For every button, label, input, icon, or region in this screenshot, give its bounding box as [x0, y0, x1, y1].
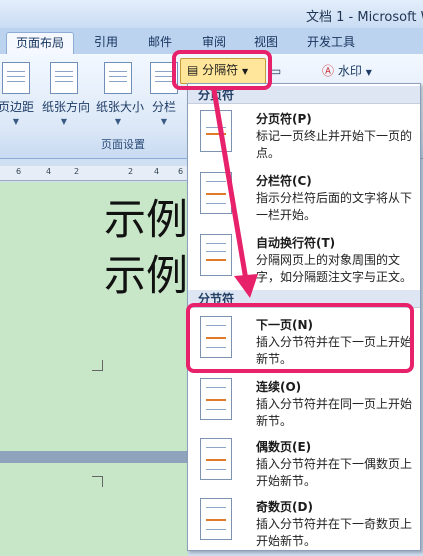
- menu-item-name: 分页符(P): [256, 112, 312, 126]
- size-button[interactable]: 纸张大小 ▼: [96, 62, 145, 140]
- menu-item-column-break[interactable]: 分栏符(C) 指示分栏符后面的文字将从下一栏开始。: [188, 168, 420, 224]
- page-break-icon: [200, 110, 232, 152]
- tab-developer[interactable]: 开发工具: [298, 32, 364, 52]
- tab-mailings[interactable]: 邮件: [140, 32, 180, 52]
- margins-button[interactable]: 页边距 ▼: [0, 62, 38, 140]
- menu-item-name: 分栏符(C): [256, 174, 312, 188]
- menu-item-desc: 指示分栏符后面的文字将从下一栏开始。: [256, 191, 413, 222]
- orientation-icon: [50, 62, 78, 94]
- ruler-tick: 6: [178, 167, 184, 176]
- ruler-tick: 2: [128, 167, 134, 176]
- menu-item-odd-page[interactable]: 奇数页(D) 插入分节符并在下一奇数页上开始新节。: [188, 494, 420, 550]
- ruler-tick: 4: [154, 167, 160, 176]
- document-line-1: 示例: [104, 195, 189, 244]
- horizontal-ruler: 6 4 2 2 4 6: [0, 166, 188, 181]
- highlight-next-page: [186, 303, 414, 373]
- column-break-icon: [200, 172, 232, 214]
- odd-page-icon: [200, 498, 232, 540]
- document-line-2: 示例: [104, 251, 189, 300]
- menu-item-desc: 插入分节符并在下一偶数页上开始新节。: [256, 457, 413, 488]
- menu-item-name: 自动换行符(T): [256, 236, 336, 250]
- menu-item-even-page[interactable]: 偶数页(E) 插入分节符并在下一偶数页上开始新节。: [188, 434, 420, 492]
- page-gap: [0, 451, 188, 463]
- watermark-icon: Ⓐ: [322, 64, 335, 78]
- menu-item-page-break[interactable]: 分页符(P) 标记一页终止并开始下一页的点。: [188, 106, 420, 162]
- ruler-tick: 6: [16, 167, 22, 176]
- menu-item-desc: 标记一页终止并开始下一页的点。: [256, 129, 413, 160]
- watermark-button[interactable]: Ⓐ 水印 ▼: [322, 60, 372, 82]
- crop-mark: [92, 360, 103, 371]
- document-area[interactable]: 示例 示例: [0, 182, 188, 556]
- title-bar: 文档 1 - Microsoft W: [0, 0, 423, 28]
- ruler-tick: 2: [74, 167, 80, 176]
- menu-item-desc: 插入分节符并在下一奇数页上开始新节。: [256, 517, 413, 548]
- highlight-breaks-button: [172, 50, 272, 90]
- tab-page-layout[interactable]: 页面布局: [6, 32, 74, 55]
- chevron-down-icon: ▼: [160, 117, 168, 126]
- chevron-down-icon: ▼: [365, 68, 372, 77]
- watermark-label: 水印: [337, 64, 362, 78]
- text-wrapping-icon: [200, 234, 232, 276]
- window-title: 文档 1 - Microsoft W: [306, 10, 423, 25]
- menu-item-name: 偶数页(E): [256, 440, 312, 454]
- chevron-down-icon: ▼: [114, 117, 122, 126]
- menu-item-continuous[interactable]: 连续(O) 插入分节符并在同一页上开始新节。: [188, 374, 420, 432]
- menu-item-text-wrapping[interactable]: 自动换行符(T) 分隔网页上的对象周围的文字，如分隔题注文字与正文。: [188, 230, 420, 292]
- even-page-icon: [200, 438, 232, 480]
- paper-size-icon: [104, 62, 132, 94]
- columns-label: 分栏: [151, 100, 176, 114]
- menu-item-desc: 分隔网页上的对象周围的文字，如分隔题注文字与正文。: [256, 253, 413, 284]
- margins-icon: [2, 62, 30, 94]
- ruler-tick: 4: [46, 167, 52, 176]
- chevron-down-icon: ▼: [12, 117, 20, 126]
- continuous-icon: [200, 378, 232, 420]
- menu-item-name: 奇数页(D): [256, 500, 313, 514]
- chevron-down-icon: ▼: [60, 117, 68, 126]
- orientation-button[interactable]: 纸张方向 ▼: [42, 62, 91, 140]
- margins-label: 页边距: [0, 100, 34, 114]
- menu-item-name: 连续(O): [256, 380, 302, 394]
- crop-mark: [92, 476, 103, 487]
- group-page-setup: 页面设置: [101, 138, 145, 151]
- orientation-label: 纸张方向: [42, 100, 91, 114]
- size-label: 纸张大小: [96, 100, 145, 114]
- tab-view[interactable]: 视图: [246, 32, 286, 52]
- menu-item-desc: 插入分节符并在同一页上开始新节。: [256, 397, 413, 428]
- tab-review[interactable]: 审阅: [194, 32, 234, 52]
- tab-references[interactable]: 引用: [84, 32, 128, 52]
